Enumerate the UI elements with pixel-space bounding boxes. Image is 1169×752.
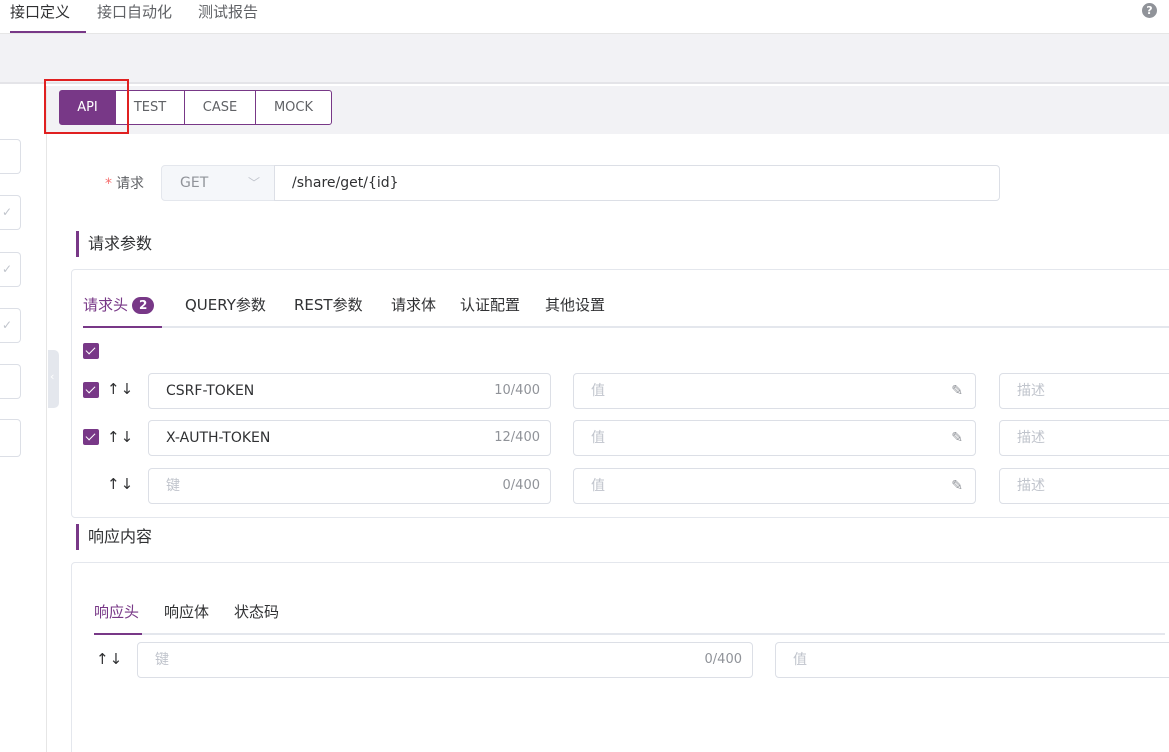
row-checkbox[interactable]	[83, 382, 99, 398]
chevron-down-icon: ﹀	[248, 176, 261, 190]
row-checkbox[interactable]	[83, 429, 99, 445]
url-input[interactable]: /share/get/{id}	[274, 165, 1000, 201]
tab-rest-params[interactable]: REST参数	[294, 292, 363, 328]
char-count: 0/400	[704, 652, 742, 667]
chevron-left-icon: ‹	[50, 370, 55, 383]
header-key-input[interactable]: 键 0/400	[148, 468, 551, 504]
header-desc-input[interactable]: 描述	[999, 468, 1169, 504]
top-nav: 接口定义 接口自动化 测试报告 ?	[0, 0, 1169, 34]
tab-query-params[interactable]: QUERY参数	[185, 292, 266, 328]
mode-mock[interactable]: MOCK	[256, 91, 331, 124]
select-all-checkbox[interactable]	[83, 343, 99, 359]
sort-arrows-icon[interactable]: ↑↓	[107, 380, 134, 398]
left-select[interactable]: ✓	[0, 252, 21, 287]
sort-arrows-icon[interactable]: ↑↓	[107, 428, 134, 446]
header-key-input[interactable]: X-AUTH-TOKEN 12/400	[148, 420, 551, 456]
response-tabs: 响应头 响应体 状态码	[94, 599, 1165, 635]
left-panel: ✓ ✓ ✓	[0, 86, 47, 752]
left-select[interactable]: ✓	[0, 308, 21, 343]
left-textarea[interactable]	[0, 419, 21, 457]
method-select[interactable]: GET ﹀	[161, 165, 275, 201]
char-count: 10/400	[494, 383, 540, 398]
header-desc-input[interactable]: 描述	[999, 373, 1169, 409]
response-value-input[interactable]: 值	[775, 642, 1169, 678]
active-tab-bar	[83, 326, 162, 328]
char-count: 0/400	[502, 478, 540, 493]
edit-icon[interactable]: ✎	[951, 421, 963, 455]
header-key-input[interactable]: CSRF-TOKEN 10/400	[148, 373, 551, 409]
sort-arrows-icon[interactable]: ↑↓	[96, 650, 123, 668]
header-value-input[interactable]: 值 ✎	[573, 420, 976, 456]
request-label: * 请求	[105, 176, 144, 192]
tab-other-settings[interactable]: 其他设置	[545, 292, 605, 328]
highlight-box	[44, 79, 129, 134]
tab-test-report[interactable]: 测试报告	[198, 0, 258, 33]
section-response: 响应内容	[76, 524, 152, 550]
section-request-params: 请求参数	[76, 231, 152, 257]
char-count: 12/400	[494, 430, 540, 445]
tab-response-body[interactable]: 响应体	[164, 599, 209, 635]
header-count-badge: 2	[132, 297, 155, 314]
tab-auth[interactable]: 认证配置	[460, 292, 520, 328]
edit-icon[interactable]: ✎	[951, 374, 963, 408]
header-desc-input[interactable]: 描述	[999, 420, 1169, 456]
tab-status-code[interactable]: 状态码	[234, 599, 279, 635]
mode-case[interactable]: CASE	[185, 91, 256, 124]
tab-api-definition[interactable]: 接口定义	[10, 0, 86, 33]
response-key-input[interactable]: 键 0/400	[137, 642, 753, 678]
tab-body[interactable]: 请求体	[391, 292, 436, 328]
check-icon: ✓	[2, 205, 13, 219]
help-icon[interactable]: ?	[1142, 3, 1157, 18]
left-select[interactable]: ✓	[0, 195, 21, 230]
collapse-handle[interactable]: ‹	[48, 350, 59, 408]
request-params-tabs: 请求头 2 QUERY参数 REST参数 请求体 认证配置 其他设置	[83, 292, 1169, 328]
header-value-input[interactable]: 值 ✎	[573, 373, 976, 409]
left-field[interactable]	[0, 139, 21, 174]
tab-api-automation[interactable]: 接口自动化	[97, 0, 172, 33]
left-field[interactable]	[0, 364, 21, 399]
check-icon: ✓	[2, 262, 13, 276]
check-icon: ✓	[2, 318, 13, 332]
header-value-input[interactable]: 值 ✎	[573, 468, 976, 504]
edit-icon[interactable]: ✎	[951, 469, 963, 503]
sort-arrows-icon[interactable]: ↑↓	[107, 475, 134, 493]
active-tab-bar	[94, 633, 142, 635]
toolbar-band	[0, 34, 1169, 84]
tab-headers[interactable]: 请求头 2	[83, 292, 155, 328]
tab-response-headers[interactable]: 响应头	[94, 599, 139, 635]
method-value: GET	[180, 175, 209, 191]
